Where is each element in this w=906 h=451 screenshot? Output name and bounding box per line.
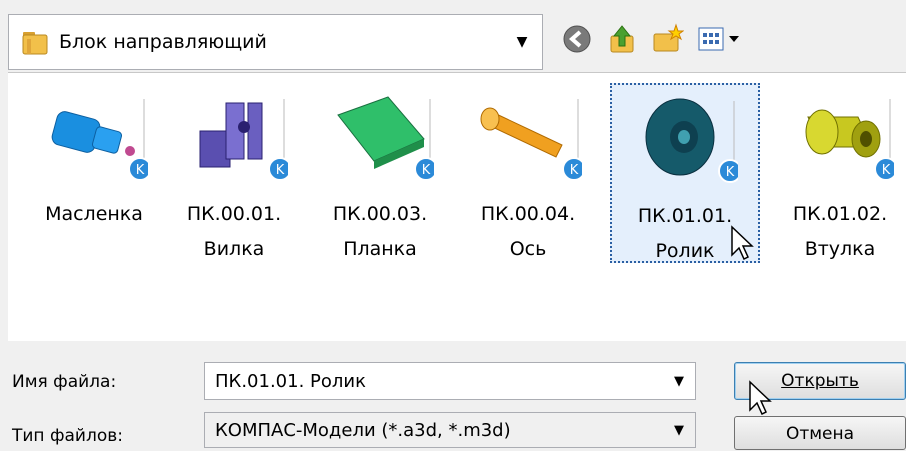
file-item[interactable]: K ПК.00.03. Планка [314, 83, 446, 263]
file-name: ПК.00.01. Вилка [186, 203, 282, 260]
part-thumbnail-icon: K [788, 87, 898, 191]
file-type-label: Тип файлов: [12, 426, 123, 446]
file-name-input[interactable]: ПК.01.01. Ролик [205, 371, 663, 392]
svg-text:K: K [882, 163, 891, 178]
dropdown-arrow-icon[interactable]: ▼ [663, 374, 695, 389]
look-in-label: Блок направляющий [59, 31, 267, 53]
file-item[interactable]: K ПК.01.02. Втулка [774, 83, 906, 263]
cancel-button[interactable]: Отмена [734, 416, 906, 450]
file-type-value: КОМПАС-Модели (*.a3d, *.m3d) [215, 419, 511, 441]
file-list[interactable]: K Масленка K ПК.00.01. Вилка K ПК.00.03.… [8, 72, 906, 341]
dropdown-arrow-icon[interactable]: ▼ [502, 34, 542, 50]
svg-text:K: K [276, 163, 285, 178]
file-item[interactable]: K ПК.00.01. Вилка [168, 83, 300, 263]
part-thumbnail-icon: K [476, 87, 586, 191]
file-type-select[interactable]: КОМПАС-Модели (*.a3d, *.m3d) ▼ [204, 412, 696, 448]
svg-text:K: K [136, 163, 145, 178]
mouse-cursor-icon [749, 380, 772, 416]
file-name: ПК.00.03. Планка [332, 203, 428, 260]
folder-icon [21, 28, 51, 56]
mouse-cursor-icon [731, 225, 754, 261]
svg-text:K: K [422, 163, 431, 178]
file-item[interactable]: K Масленка [28, 83, 160, 263]
file-name: ПК.00.04. Ось [480, 203, 576, 260]
open-button-label: Открыть [781, 371, 859, 391]
svg-text:K: K [726, 165, 735, 180]
part-thumbnail-icon: K [328, 87, 438, 191]
look-in-combobox[interactable]: Блок направляющий ▼ [8, 14, 543, 70]
up-folder-icon[interactable] [605, 22, 639, 56]
file-name: ПК.01.02. Втулка [792, 203, 888, 260]
new-folder-icon[interactable] [650, 22, 685, 56]
file-name-label: Имя файла: [12, 372, 117, 392]
file-item[interactable]: K ПК.00.04. Ось [462, 83, 594, 263]
view-menu-icon[interactable] [695, 22, 755, 56]
part-thumbnail-icon: K [182, 87, 292, 191]
part-thumbnail-icon: K [42, 87, 152, 191]
file-name-combobox[interactable]: ПК.01.01. Ролик ▼ [204, 362, 696, 400]
svg-text:K: K [570, 163, 579, 178]
cancel-button-label: Отмена [785, 424, 855, 444]
back-arrow-icon[interactable] [560, 22, 594, 56]
part-thumbnail-icon: K [632, 89, 742, 193]
file-name: Масленка [45, 203, 143, 225]
dropdown-arrow-icon[interactable]: ▼ [663, 423, 695, 438]
